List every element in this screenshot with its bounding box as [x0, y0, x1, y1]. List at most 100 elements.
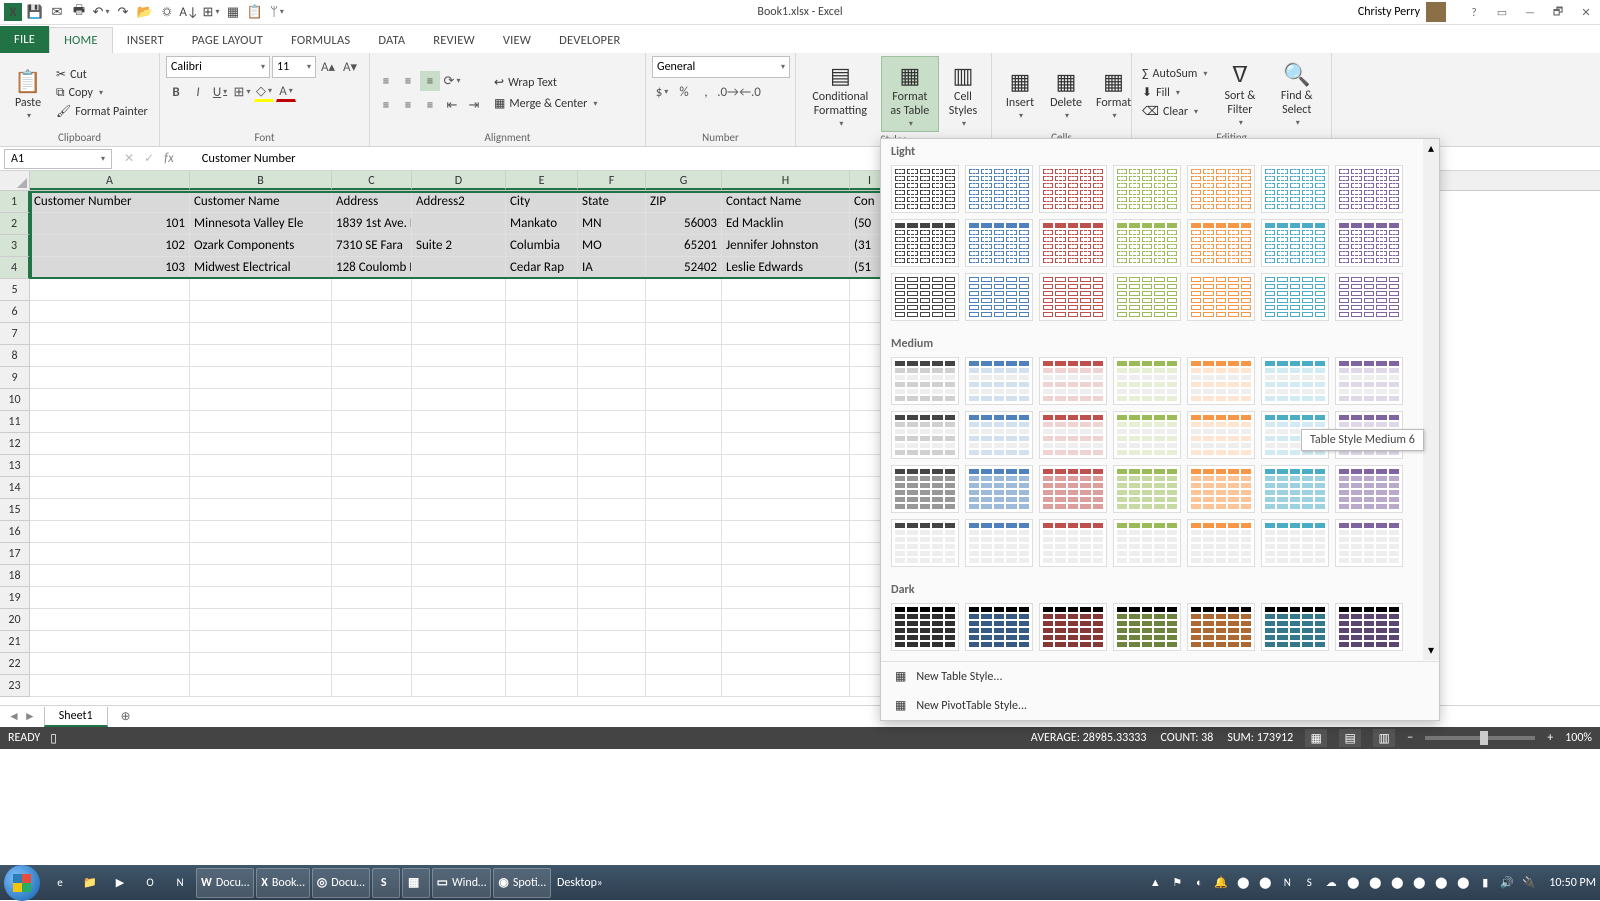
table-style-swatch[interactable] [1187, 519, 1255, 567]
cell[interactable] [722, 653, 850, 675]
merge-center-button[interactable]: ▦Merge & Center▾ [490, 95, 601, 112]
cell[interactable]: State [578, 191, 646, 213]
taskbar-app[interactable]: S [372, 868, 400, 898]
table-style-swatch[interactable] [965, 519, 1033, 567]
cell[interactable] [190, 301, 332, 323]
name-box[interactable]: A1▾ [4, 149, 112, 169]
cell[interactable] [722, 389, 850, 411]
cell[interactable] [30, 433, 190, 455]
next-sheet-icon[interactable]: ► [24, 709, 36, 724]
tray-icon[interactable]: ⬤ [1455, 875, 1471, 891]
percent-icon[interactable]: % [674, 82, 694, 102]
cell[interactable]: Columbia [506, 235, 578, 257]
table-style-swatch[interactable] [1261, 603, 1329, 651]
taskbar-app[interactable]: WDocu… [196, 868, 254, 898]
tab-data[interactable]: DATA [364, 28, 419, 53]
table-style-swatch[interactable] [1335, 603, 1403, 651]
table-style-swatch[interactable] [1335, 219, 1403, 267]
close-icon[interactable]: ✕ [1576, 3, 1596, 21]
row-header[interactable]: 16 [0, 521, 30, 543]
row-header[interactable]: 6 [0, 301, 30, 323]
cell[interactable] [190, 587, 332, 609]
decrease-decimal-icon[interactable]: ←.0 [740, 82, 760, 102]
cell[interactable] [30, 609, 190, 631]
cell[interactable] [722, 367, 850, 389]
cell[interactable]: City [506, 191, 578, 213]
row-header[interactable]: 21 [0, 631, 30, 653]
cell[interactable]: Leslie Edwards [722, 257, 850, 279]
cell[interactable] [506, 411, 578, 433]
cell[interactable]: IA [578, 257, 646, 279]
page-layout-view-icon[interactable]: ▤ [1339, 729, 1361, 747]
cell[interactable] [332, 301, 412, 323]
cell[interactable] [412, 323, 506, 345]
excel-icon[interactable]: X [4, 3, 22, 21]
cell[interactable] [30, 499, 190, 521]
tray-icon[interactable]: ⬤ [1433, 875, 1449, 891]
cell[interactable] [412, 631, 506, 653]
decrease-indent-icon[interactable]: ⇤ [442, 95, 462, 115]
table-style-swatch[interactable] [891, 519, 959, 567]
taskbar-explorer-icon[interactable]: 📁 [76, 868, 104, 898]
cell[interactable] [30, 477, 190, 499]
row-header[interactable]: 15 [0, 499, 30, 521]
row-header[interactable]: 20 [0, 609, 30, 631]
cell[interactable]: Minnesota Valley Ele [190, 213, 332, 235]
fill-color-button[interactable]: ◇▾ [254, 82, 274, 102]
hierarchy-icon[interactable]: ᛘ▾ [268, 3, 286, 21]
cell[interactable] [30, 543, 190, 565]
cell[interactable] [332, 521, 412, 543]
cell[interactable]: MO [578, 235, 646, 257]
table-style-swatch[interactable] [1113, 519, 1181, 567]
cell[interactable] [578, 675, 646, 697]
cell[interactable] [30, 565, 190, 587]
table-style-swatch[interactable] [965, 411, 1033, 459]
cell[interactable] [30, 675, 190, 697]
table-style-swatch[interactable] [891, 273, 959, 321]
row-header[interactable]: 19 [0, 587, 30, 609]
cell[interactable]: Cedar Rap [506, 257, 578, 279]
currency-icon[interactable]: $▾ [652, 82, 672, 102]
cell[interactable] [506, 609, 578, 631]
tray-icon[interactable]: ⬤ [1345, 875, 1361, 891]
table-style-swatch[interactable] [1187, 603, 1255, 651]
cell[interactable] [646, 301, 722, 323]
select-all-corner[interactable] [0, 171, 30, 190]
cell[interactable] [578, 565, 646, 587]
cell[interactable] [190, 389, 332, 411]
cell[interactable] [578, 279, 646, 301]
table-style-swatch[interactable] [965, 273, 1033, 321]
col-header[interactable]: G [646, 171, 722, 190]
cell[interactable]: Address2 [412, 191, 506, 213]
cell[interactable] [506, 653, 578, 675]
conditional-formatting-button[interactable]: ▤Conditional Formatting▾ [802, 57, 879, 131]
fx-icon[interactable]: fx [164, 151, 174, 166]
cell[interactable]: 56003 [646, 213, 722, 235]
cell[interactable] [578, 323, 646, 345]
cell[interactable] [190, 455, 332, 477]
table-style-swatch[interactable] [1187, 165, 1255, 213]
table-style-swatch[interactable] [1187, 465, 1255, 513]
cell[interactable] [412, 411, 506, 433]
table-style-swatch[interactable] [1261, 165, 1329, 213]
row-header[interactable]: 3 [0, 235, 30, 257]
tray-icon[interactable]: ◐ [1191, 875, 1207, 891]
col-header[interactable]: B [190, 171, 332, 190]
macro-record-icon[interactable]: ▯ [50, 731, 57, 746]
minimize-icon[interactable]: — [1520, 3, 1540, 21]
cell[interactable] [412, 587, 506, 609]
cell[interactable] [578, 411, 646, 433]
table-style-swatch[interactable] [1187, 219, 1255, 267]
table-style-swatch[interactable] [1335, 273, 1403, 321]
cancel-icon[interactable]: ✕ [124, 151, 134, 166]
table-style-swatch[interactable] [965, 603, 1033, 651]
row-header[interactable]: 7 [0, 323, 30, 345]
cell[interactable] [646, 521, 722, 543]
cell[interactable] [190, 653, 332, 675]
cell[interactable] [332, 631, 412, 653]
cell[interactable]: Address [332, 191, 412, 213]
tray-icon[interactable]: ⬤ [1235, 875, 1251, 891]
cell[interactable] [30, 323, 190, 345]
cell[interactable] [332, 389, 412, 411]
cell[interactable] [412, 367, 506, 389]
